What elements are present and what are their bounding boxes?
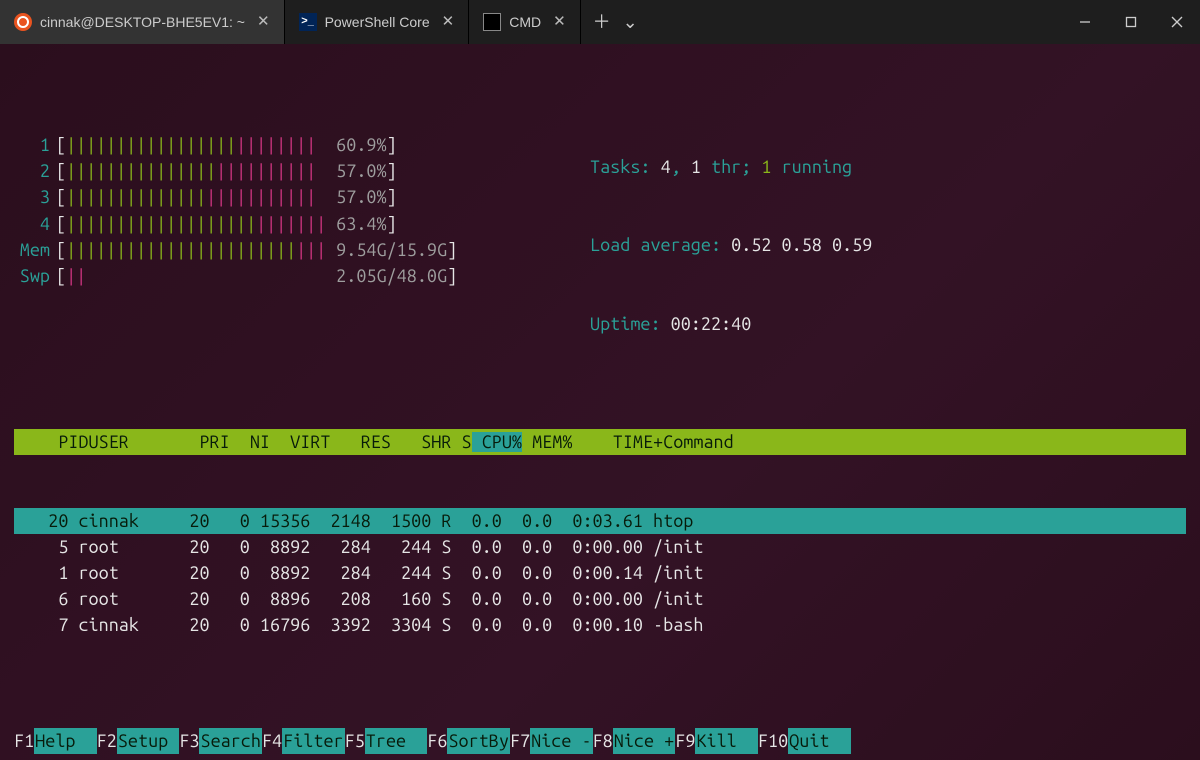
fkey-F10: F10 bbox=[758, 728, 788, 754]
tab-cmd[interactable]: CMD ✕ bbox=[469, 0, 580, 44]
function-key-bar: F1Help F2Setup F3SearchF4FilterF5Tree F6… bbox=[14, 728, 1186, 754]
running-count: 1 bbox=[761, 157, 771, 177]
ubuntu-icon bbox=[14, 13, 32, 31]
fkey-F2: F2 bbox=[97, 728, 117, 754]
fkey-F5: F5 bbox=[345, 728, 365, 754]
fkey-F3: F3 bbox=[179, 728, 199, 754]
fkey-F4: F4 bbox=[262, 728, 282, 754]
uptime-value: 00:22:40 bbox=[671, 314, 752, 334]
load-label: Load average: bbox=[590, 235, 731, 255]
new-tab-controls: ＋ ⌄ bbox=[581, 0, 650, 44]
flabel-F10[interactable]: Quit bbox=[788, 728, 850, 754]
close-button[interactable] bbox=[1154, 0, 1200, 44]
load-15m: 0.59 bbox=[832, 235, 872, 255]
thread-count: 1 bbox=[691, 157, 701, 177]
flabel-F5[interactable]: Tree bbox=[365, 728, 427, 754]
flabel-F2[interactable]: Setup bbox=[117, 728, 179, 754]
flabel-F7[interactable]: Nice - bbox=[530, 728, 592, 754]
close-icon[interactable]: ✕ bbox=[257, 11, 270, 33]
fkey-F1: F1 bbox=[14, 728, 34, 754]
tab-strip: cinnak@DESKTOP-BHE5EV1: ~ ✕ >_ PowerShel… bbox=[0, 0, 581, 44]
fkey-F8: F8 bbox=[593, 728, 613, 754]
flabel-F4[interactable]: Filter bbox=[282, 728, 344, 754]
process-row[interactable]: 20 cinnak 20 0 15356 2148 1500 R 0.0 0.0… bbox=[14, 508, 1186, 534]
flabel-F1[interactable]: Help bbox=[34, 728, 96, 754]
fkey-F6: F6 bbox=[427, 728, 447, 754]
minimize-button[interactable] bbox=[1062, 0, 1108, 44]
uptime-label: Uptime: bbox=[590, 314, 671, 334]
flabel-F3[interactable]: Search bbox=[199, 728, 261, 754]
tab-powershell[interactable]: >_ PowerShell Core ✕ bbox=[285, 0, 470, 44]
close-icon[interactable]: ✕ bbox=[442, 11, 455, 33]
terminal-viewport[interactable]: 1[||||||||||||||||||||||||| 60.9%] 2[|||… bbox=[0, 44, 1200, 760]
fkey-F7: F7 bbox=[510, 728, 530, 754]
titlebar: cinnak@DESKTOP-BHE5EV1: ~ ✕ >_ PowerShel… bbox=[0, 0, 1200, 44]
tasks-label: Tasks: bbox=[590, 157, 661, 177]
process-table-header[interactable]: PIDUSER PRI NI VIRT RES SHR S CPU% MEM% … bbox=[14, 429, 1186, 455]
process-row[interactable]: 1 root 20 0 8892 284 244 S 0.0 0.0 0:00.… bbox=[14, 560, 1186, 586]
process-row[interactable]: 5 root 20 0 8892 284 244 S 0.0 0.0 0:00.… bbox=[14, 534, 1186, 560]
process-row[interactable]: 7 cinnak 20 0 16796 3392 3304 S 0.0 0.0 … bbox=[14, 612, 1186, 638]
system-info: Tasks: 4, 1 thr; 1 running Load average:… bbox=[590, 102, 872, 389]
fkey-F9: F9 bbox=[675, 728, 695, 754]
process-table-body: 20 cinnak 20 0 15356 2148 1500 R 0.0 0.0… bbox=[14, 508, 1186, 638]
new-tab-button[interactable]: ＋ bbox=[593, 13, 611, 31]
close-icon[interactable]: ✕ bbox=[553, 11, 566, 33]
load-1m: 0.52 bbox=[731, 235, 771, 255]
flabel-F8[interactable]: Nice + bbox=[613, 728, 675, 754]
flabel-F6[interactable]: SortBy bbox=[447, 728, 509, 754]
flabel-F9[interactable]: Kill bbox=[695, 728, 757, 754]
tasks-count: 4 bbox=[661, 157, 671, 177]
tab-dropdown-button[interactable]: ⌄ bbox=[623, 13, 638, 31]
tab-label: cinnak@DESKTOP-BHE5EV1: ~ bbox=[40, 12, 245, 32]
powershell-icon: >_ bbox=[299, 13, 317, 31]
cmd-icon bbox=[483, 13, 501, 31]
maximize-button[interactable] bbox=[1108, 0, 1154, 44]
tab-label: CMD bbox=[509, 12, 541, 32]
window-controls bbox=[1062, 0, 1200, 44]
load-5m: 0.58 bbox=[782, 235, 822, 255]
process-row[interactable]: 6 root 20 0 8896 208 160 S 0.0 0.0 0:00.… bbox=[14, 586, 1186, 612]
tab-ubuntu[interactable]: cinnak@DESKTOP-BHE5EV1: ~ ✕ bbox=[0, 0, 285, 44]
titlebar-spacer bbox=[650, 0, 1062, 44]
tab-label: PowerShell Core bbox=[325, 12, 430, 32]
